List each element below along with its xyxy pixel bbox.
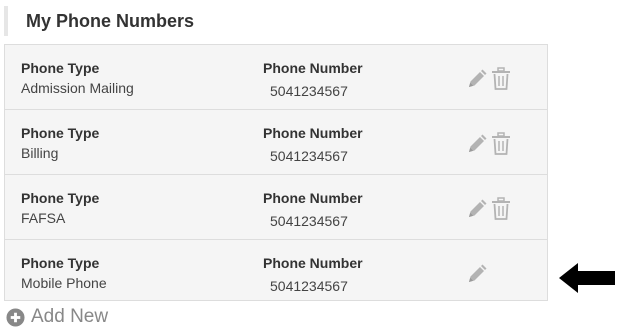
phone-number-value: 5041234567 (270, 148, 348, 164)
phone-number-label: Phone Number (263, 60, 363, 76)
trash-icon[interactable] (490, 197, 512, 221)
phone-number-label: Phone Number (263, 255, 363, 271)
pencil-icon[interactable] (465, 132, 487, 156)
phone-type-label: Phone Type (21, 255, 100, 271)
add-new-label: Add New (31, 306, 109, 327)
pencil-icon[interactable] (465, 197, 487, 221)
pencil-icon[interactable] (465, 67, 487, 91)
phone-type-value: Mobile Phone (21, 275, 107, 291)
phone-number-value: 5041234567 (270, 213, 348, 229)
phone-number-value: 5041234567 (270, 83, 348, 99)
table-row: Phone Type Billing Phone Number 50412345… (4, 109, 548, 174)
phone-number-list: Phone Type Admission Mailing Phone Numbe… (4, 44, 548, 301)
phone-type-value: Admission Mailing (21, 80, 134, 96)
phone-type-label: Phone Type (21, 190, 100, 206)
trash-icon[interactable] (490, 132, 512, 156)
arrow-left-icon (559, 263, 615, 293)
phone-type-value: FAFSA (21, 210, 66, 226)
pencil-icon[interactable] (465, 262, 487, 286)
section-header: My Phone Numbers (0, 0, 260, 40)
phone-number-value: 5041234567 (270, 278, 348, 294)
table-row: Phone Type FAFSA Phone Number 5041234567 (4, 174, 548, 239)
phone-number-label: Phone Number (263, 125, 363, 141)
plus-circle-icon (6, 307, 25, 327)
phone-number-label: Phone Number (263, 190, 363, 206)
phone-type-label: Phone Type (21, 60, 100, 76)
phone-type-value: Billing (21, 145, 59, 161)
add-new-button[interactable]: Add New (6, 304, 108, 330)
table-row: Phone Type Mobile Phone Phone Number 504… (4, 239, 548, 301)
phone-type-label: Phone Type (21, 125, 100, 141)
header-accent-bar (4, 6, 8, 36)
trash-icon[interactable] (490, 67, 512, 91)
page-title: My Phone Numbers (26, 11, 195, 31)
table-row: Phone Type Admission Mailing Phone Numbe… (4, 44, 548, 109)
